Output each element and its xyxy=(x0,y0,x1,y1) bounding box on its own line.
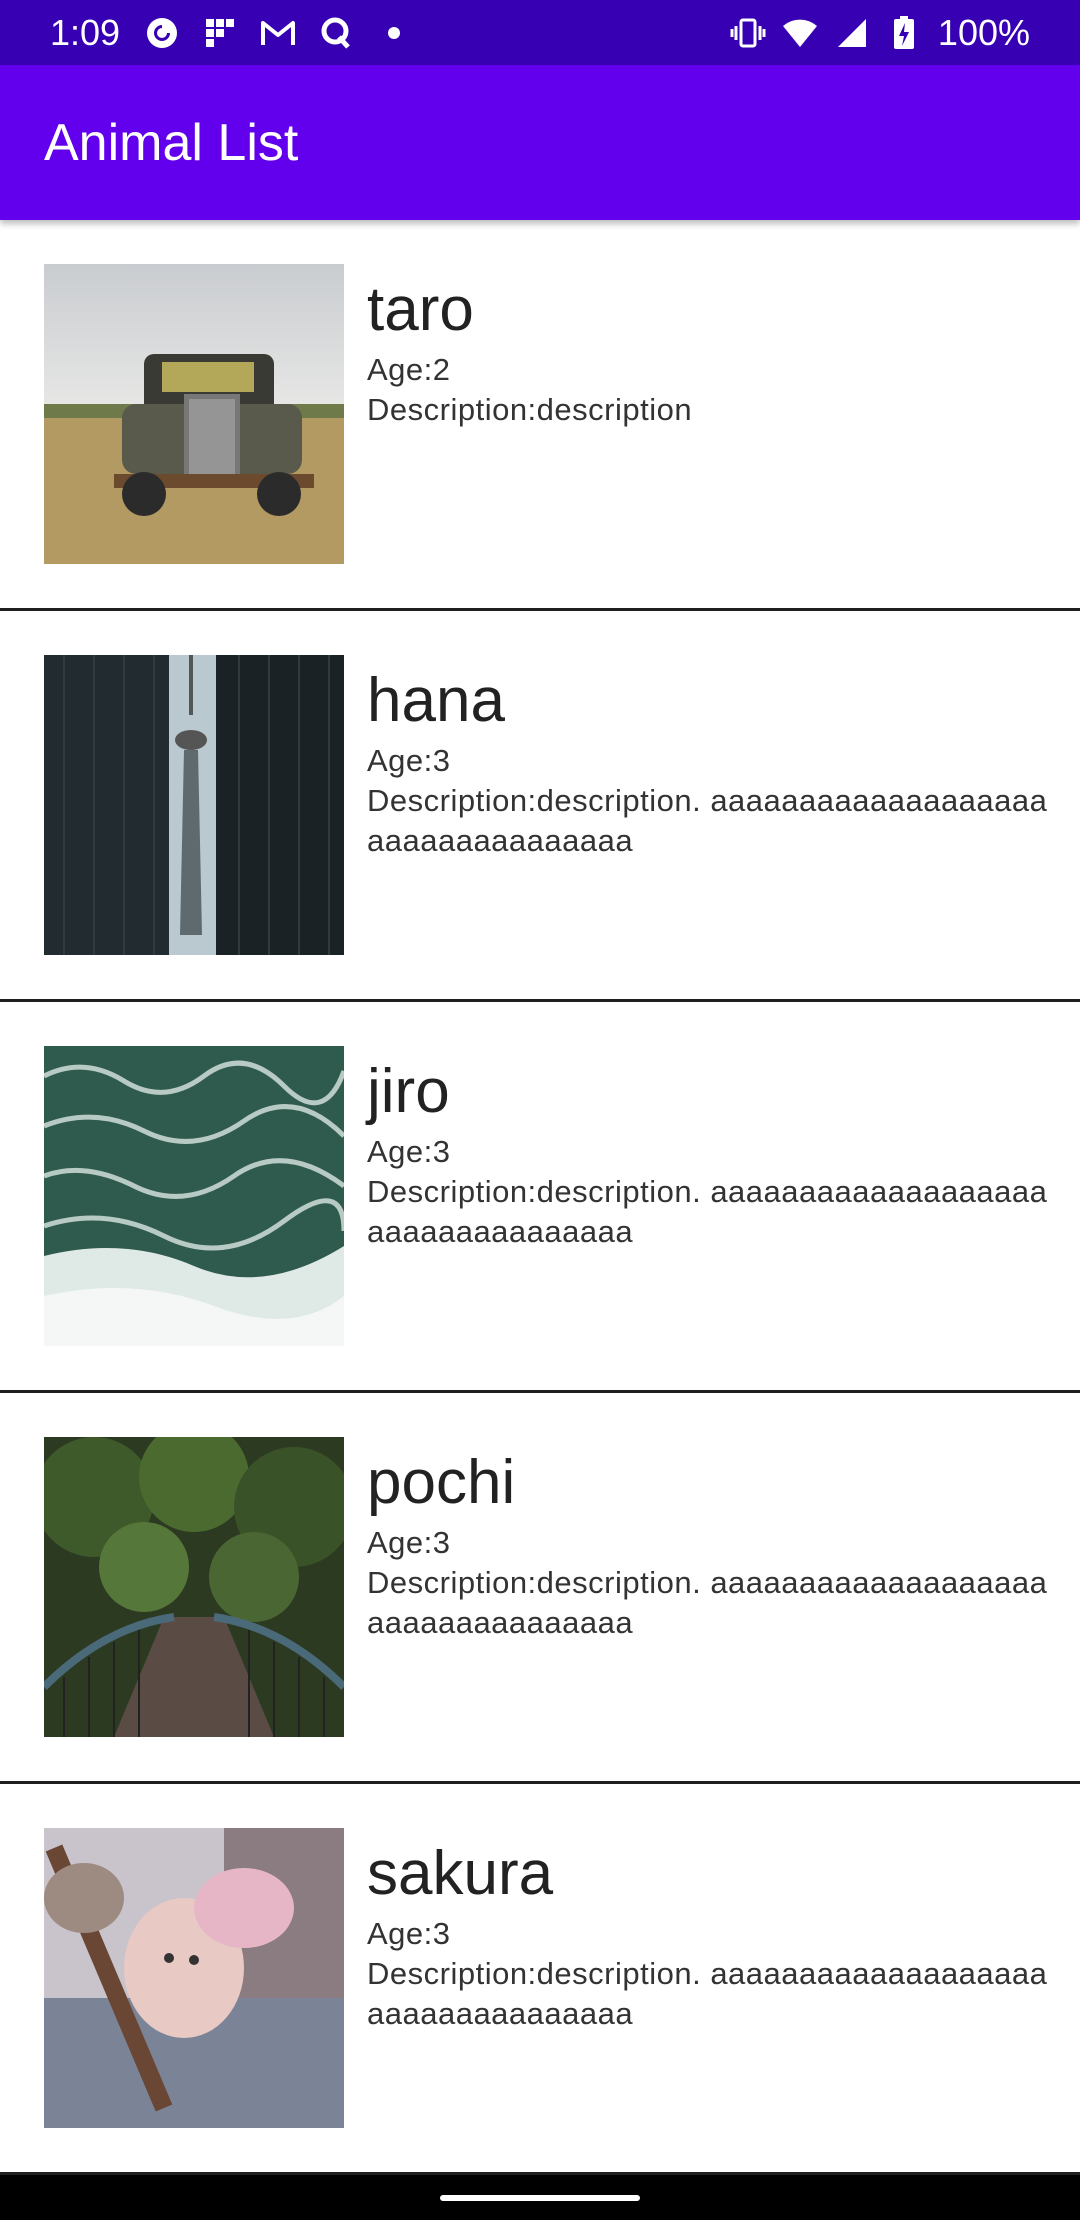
animal-name: hana xyxy=(367,666,505,735)
vibrate-icon xyxy=(730,15,766,51)
animal-name: pochi xyxy=(367,1448,516,1517)
animal-age: Age:2 xyxy=(367,352,451,387)
animal-name: sakura xyxy=(367,1839,554,1908)
animal-info: pochi Age:3 Description:description. aaa… xyxy=(367,1443,1057,1643)
app-bar: Animal List xyxy=(0,65,1080,220)
dot-icon xyxy=(376,15,412,51)
ocean-waves-photo xyxy=(44,1046,344,1346)
status-bar: 1:09 100% xyxy=(0,0,1080,65)
animal-info: sakura Age:3 Description:description. aa… xyxy=(367,1834,1057,2034)
animal-name: taro xyxy=(367,275,474,344)
home-gesture-handle[interactable] xyxy=(440,2195,640,2201)
cn-tower-photo xyxy=(44,655,344,955)
app-title: Animal List xyxy=(44,113,299,172)
animal-age: Age:3 xyxy=(367,743,451,778)
list-item[interactable]: pochi Age:3 Description:description. aaa… xyxy=(0,1393,1080,1784)
list-item[interactable]: hana Age:3 Description:description. aaaa… xyxy=(0,611,1080,1002)
signal-icon xyxy=(834,15,870,51)
old-truck-photo xyxy=(44,264,344,564)
pocket-casts-icon xyxy=(144,15,180,51)
animal-age: Age:3 xyxy=(367,1525,451,1560)
animal-description: Description:description. aaaaaaaaaaaaaaa… xyxy=(367,783,1048,858)
animal-description: Description:description xyxy=(367,392,693,427)
animal-info: jiro Age:3 Description:description. aaaa… xyxy=(367,1052,1057,1252)
list-item[interactable]: jiro Age:3 Description:description. aaaa… xyxy=(0,1002,1080,1393)
notification-icons xyxy=(144,15,412,51)
list-item[interactable]: sakura Age:3 Description:description. aa… xyxy=(0,1784,1080,2175)
animal-age: Age:3 xyxy=(367,1134,451,1169)
grid-app-icon xyxy=(202,15,238,51)
animal-description: Description:description. aaaaaaaaaaaaaaa… xyxy=(367,1956,1048,2031)
animal-info: hana Age:3 Description:description. aaaa… xyxy=(367,661,1057,861)
baby-photo xyxy=(44,1828,344,2128)
wifi-icon xyxy=(782,15,818,51)
animal-list[interactable]: taro Age:2 Description:description hana … xyxy=(0,220,1080,2175)
animal-name: jiro xyxy=(367,1057,450,1126)
system-icons: 100% xyxy=(730,12,1030,54)
animal-description: Description:description. aaaaaaaaaaaaaaa… xyxy=(367,1174,1048,1249)
gmail-icon xyxy=(260,15,296,51)
q-app-icon xyxy=(318,15,354,51)
animal-age: Age:3 xyxy=(367,1916,451,1951)
animal-info: taro Age:2 Description:description xyxy=(367,270,1057,430)
battery-percent: 100% xyxy=(937,11,1030,53)
animal-description: Description:description. aaaaaaaaaaaaaaa… xyxy=(367,1565,1048,1640)
forest-bridge-photo xyxy=(44,1437,344,1737)
list-item[interactable]: taro Age:2 Description:description xyxy=(0,220,1080,611)
navigation-bar xyxy=(0,2175,1080,2220)
status-time: 1:09 xyxy=(50,11,121,53)
battery-charging-icon xyxy=(886,15,922,51)
